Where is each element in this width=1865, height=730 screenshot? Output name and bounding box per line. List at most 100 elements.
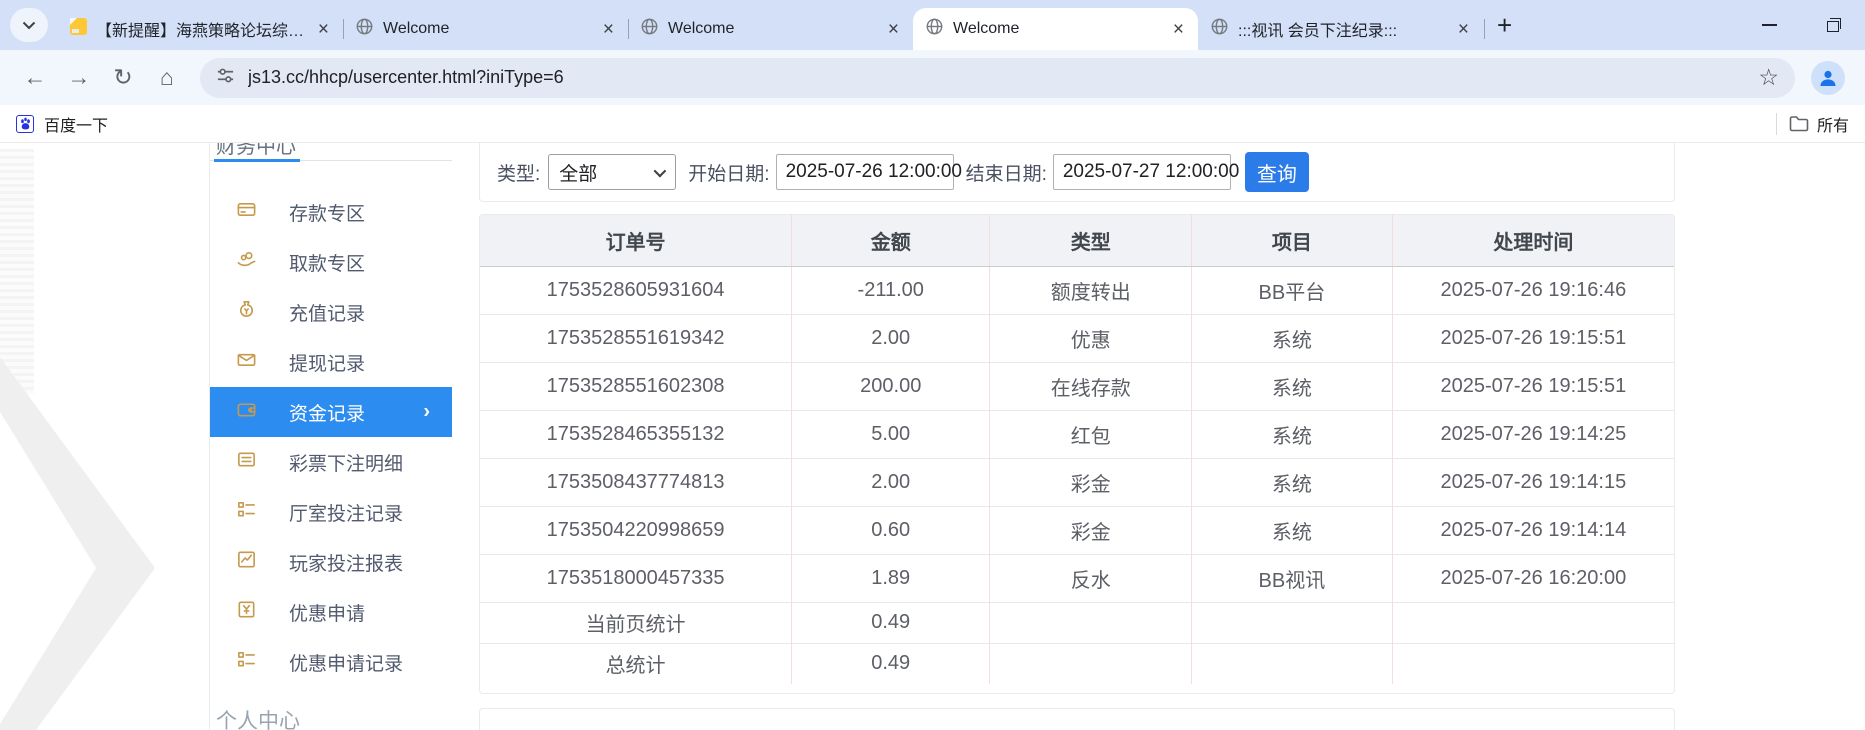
address-bar[interactable]: js13.cc/hhcp/usercenter.html?iniType=6 ☆	[200, 58, 1795, 98]
table-cell: 在线存款	[990, 362, 1192, 410]
table-cell: BB视讯	[1192, 554, 1393, 602]
table-cell: 红包	[990, 410, 1192, 458]
close-icon[interactable]: ×	[1456, 20, 1471, 39]
tab-title: :::视讯 会员下注纪录:::	[1238, 17, 1447, 41]
table-cell: 1753508437774813	[480, 458, 792, 506]
back-icon[interactable]: ←	[14, 57, 56, 99]
sidebar-item-label: 充值记录	[289, 299, 365, 326]
chevron-right-icon: ›	[423, 401, 430, 424]
sidebar-item-6[interactable]: 厅室投注记录	[210, 487, 452, 537]
tab-title: Welcome	[383, 20, 592, 38]
table-header-row: 订单号金额类型项目处理时间	[480, 215, 1674, 266]
sidebar-item-label: 优惠申请记录	[289, 649, 403, 676]
table-cell: 当前页统计	[480, 602, 792, 643]
tab-title: Welcome	[953, 20, 1162, 38]
table-cell: 2025-07-26 19:14:14	[1392, 506, 1674, 554]
sidebar-item-label: 彩票下注明细	[289, 449, 403, 476]
table-cell: 2025-07-26 19:14:25	[1392, 410, 1674, 458]
all-bookmarks-button[interactable]: 所有	[1789, 112, 1849, 136]
reload-icon[interactable]: ↻	[102, 57, 144, 99]
table-cell: 2025-07-26 16:20:00	[1392, 554, 1674, 602]
tab-title: 【新提醒】海燕策略论坛综合交	[96, 17, 307, 41]
table-cell: 1753518000457335	[480, 554, 792, 602]
close-icon[interactable]: ×	[1171, 20, 1186, 39]
home-icon[interactable]: ⌂	[146, 57, 188, 99]
chart-icon	[236, 549, 257, 576]
sidebar-item-label: 提现记录	[289, 349, 365, 376]
sidebar-item-7[interactable]: 玩家投注报表	[210, 537, 452, 587]
table-row: 17535284653551325.00红包系统2025-07-26 19:14…	[480, 410, 1674, 458]
table-cell: 系统	[1192, 410, 1393, 458]
new-tab-button[interactable]: +	[1483, 12, 1526, 38]
bookmark-star-icon[interactable]: ☆	[1758, 64, 1779, 91]
column-header: 项目	[1192, 215, 1393, 266]
watermark-chevron	[0, 357, 155, 730]
table-cell: 彩金	[990, 506, 1192, 554]
summary-row: 当前页统计0.49	[480, 602, 1674, 643]
sidebar-item-label: 玩家投注报表	[289, 549, 403, 576]
bookmarks-bar: 百度一下 所有	[0, 105, 1865, 143]
table-cell: 2025-07-26 19:15:51	[1392, 314, 1674, 362]
url-text[interactable]: js13.cc/hhcp/usercenter.html?iniType=6	[248, 67, 1758, 88]
sidebar-section-personal-center[interactable]: 个人中心	[216, 705, 452, 730]
globe-icon	[925, 17, 944, 41]
sidebar-item-1[interactable]: 取款专区	[210, 237, 452, 287]
table-cell: 系统	[1192, 314, 1393, 362]
window-restore-icon[interactable]	[1827, 18, 1841, 32]
sidebar-menu: 存款专区取款专区充值记录提现记录资金记录›彩票下注明细厅室投注记录玩家投注报表优…	[210, 187, 452, 687]
next-section-card	[479, 708, 1675, 730]
table-cell	[1392, 643, 1674, 684]
column-header: 金额	[792, 215, 990, 266]
sidebar-item-3[interactable]: 提现记录	[210, 337, 452, 387]
type-select-value: 全部	[559, 159, 654, 186]
sidebar-item-label: 资金记录	[289, 399, 365, 426]
column-header: 类型	[990, 215, 1192, 266]
query-button[interactable]: 查询	[1245, 152, 1309, 192]
close-icon[interactable]: ×	[601, 20, 616, 39]
all-bookmarks-label: 所有	[1817, 112, 1849, 136]
sidebar-item-0[interactable]: 存款专区	[210, 187, 452, 237]
page-viewport: 财务中心 存款专区取款专区充值记录提现记录资金记录›彩票下注明细厅室投注记录玩家…	[0, 143, 1865, 730]
type-select[interactable]: 全部	[548, 154, 676, 190]
start-date-input[interactable]: 2025-07-26 12:00:00	[776, 154, 954, 190]
browser-tab-0[interactable]: 【新提醒】海燕策略论坛综合交 ×	[58, 8, 343, 50]
table-cell: 2.00	[792, 458, 990, 506]
forward-icon[interactable]: →	[58, 57, 100, 99]
grid-list-icon	[236, 499, 257, 526]
sidebar-item-4-active[interactable]: 资金记录 ›	[210, 387, 452, 437]
end-date-input[interactable]: 2025-07-27 12:00:00	[1053, 154, 1231, 190]
table-cell: 系统	[1192, 362, 1393, 410]
browser-tab-3[interactable]: Welcome ×	[913, 8, 1198, 50]
browser-tab-1[interactable]: Welcome ×	[343, 8, 628, 50]
close-icon[interactable]: ×	[316, 20, 331, 39]
sidebar-item-8[interactable]: 优惠申请	[210, 587, 452, 637]
sidebar-item-9[interactable]: 优惠申请记录	[210, 637, 452, 687]
table-cell: 1753504220998659	[480, 506, 792, 554]
chevron-down-icon	[654, 164, 667, 177]
site-settings-tune-icon[interactable]	[216, 66, 235, 90]
filter-bar: 类型: 全部 开始日期: 2025-07-26 12:00:00 结束日期: 2…	[479, 143, 1675, 202]
table-cell	[1192, 643, 1393, 684]
browser-tab-4[interactable]: :::视讯 会员下注纪录:::×	[1198, 8, 1483, 50]
deposit-card-icon	[236, 199, 257, 226]
sidebar-item-2[interactable]: 充值记录	[210, 287, 452, 337]
tab-search-chevron-icon[interactable]	[10, 8, 48, 42]
sidebar-item-5[interactable]: 彩票下注明细	[210, 437, 452, 487]
grid-list-icon	[236, 649, 257, 676]
table-cell: 200.00	[792, 362, 990, 410]
tab-title: Welcome	[668, 20, 877, 38]
sidebar-item-label: 存款专区	[289, 199, 365, 226]
table-cell: 总统计	[480, 643, 792, 684]
browser-tab-2[interactable]: Welcome ×	[628, 8, 913, 50]
table-row: 1753528551602308200.00在线存款系统2025-07-26 1…	[480, 362, 1674, 410]
close-icon[interactable]: ×	[886, 20, 901, 39]
bookmark-baidu[interactable]: 百度一下	[16, 112, 108, 136]
table-cell	[1392, 602, 1674, 643]
table-cell: 1.89	[792, 554, 990, 602]
table-cell: 反水	[990, 554, 1192, 602]
profile-avatar[interactable]	[1811, 61, 1845, 95]
ticket-icon	[236, 599, 257, 626]
window-minimize-icon[interactable]	[1762, 24, 1777, 26]
table-cell	[1192, 602, 1393, 643]
table-row: 17535084377748132.00彩金系统2025-07-26 19:14…	[480, 458, 1674, 506]
